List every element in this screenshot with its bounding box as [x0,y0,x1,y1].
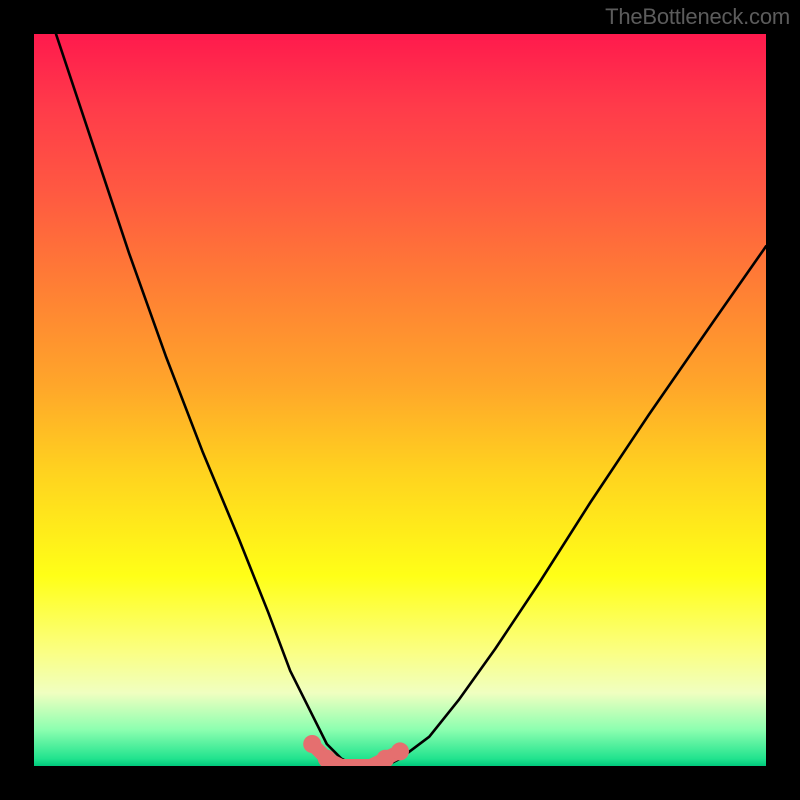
chart-frame: TheBottleneck.com [0,0,800,800]
highlight-dot [303,735,321,753]
gradient-background [34,34,766,766]
attribution-text: TheBottleneck.com [605,4,790,30]
bottleneck-plot [34,34,766,766]
bottleneck-curve-line [56,34,766,766]
highlight-dot [391,742,409,760]
